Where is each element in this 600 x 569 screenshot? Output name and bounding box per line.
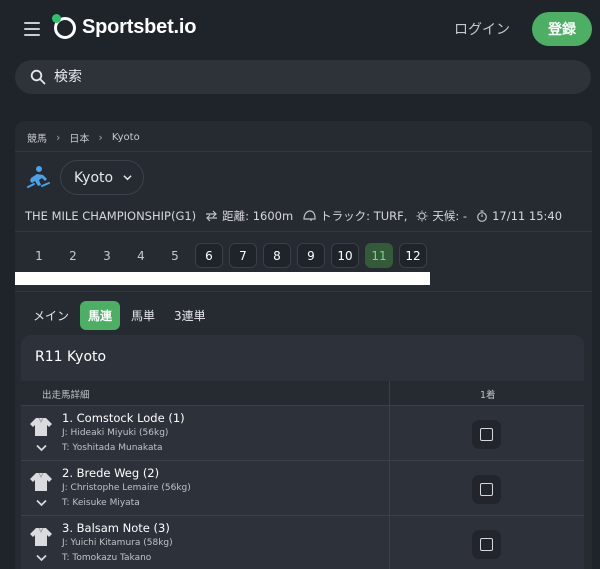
jockey-silk-icon xyxy=(30,527,52,546)
runner-name: 1. Comstock Lode (1) xyxy=(62,411,185,425)
race-time: 17/11 15:40 xyxy=(476,209,562,223)
divider xyxy=(15,231,592,232)
race-number-button[interactable]: 7 xyxy=(229,243,257,268)
runner-row: 2. Brede Weg (2) J: Christophe Lemaire (5… xyxy=(21,460,584,515)
venue-label: Kyoto xyxy=(74,169,114,186)
divider xyxy=(15,291,592,292)
table-header: 出走馬詳細 1着 xyxy=(21,381,584,405)
runner-jockey: J: Hideaki Miyuki (56kg) xyxy=(62,428,169,438)
search-bar xyxy=(15,60,591,94)
race-number-button[interactable]: 9 xyxy=(297,243,325,268)
race-number-button[interactable]: 2 xyxy=(59,243,87,268)
race-number-button[interactable]: 3 xyxy=(93,243,121,268)
race-track: トラック: TURF, xyxy=(302,208,407,224)
checkbox-square xyxy=(480,428,493,441)
checkbox-square xyxy=(480,483,493,496)
race-info: THE MILE CHAMPIONSHIP(G1) 距離: 1600m トラック… xyxy=(25,208,571,224)
logo-text: Sportsbet.io xyxy=(82,16,197,38)
race-weather: 天候: - xyxy=(416,208,467,224)
race-number-button[interactable]: 4 xyxy=(127,243,155,268)
runner-row: 1. Comstock Lode (1) J: Hideaki Miyuki (5… xyxy=(21,405,584,460)
runner-trainer: T: Yoshitada Munakata xyxy=(62,443,163,453)
race-track-text: トラック: TURF, xyxy=(320,209,408,223)
divider xyxy=(15,151,592,152)
runner-name: 2. Brede Weg (2) xyxy=(62,466,160,480)
race-time-text: 17/11 15:40 xyxy=(492,209,563,223)
first-place-checkbox[interactable] xyxy=(472,530,501,559)
stopwatch-icon xyxy=(477,210,487,222)
race-number-button[interactable]: 1 xyxy=(25,243,53,268)
race-number-button[interactable]: 10 xyxy=(331,243,359,268)
column-header-runner: 出走馬詳細 xyxy=(42,390,90,401)
helmet-icon xyxy=(303,210,316,221)
race-number-selector: 1 2 3 4 5 6 7 8 9 10 11 12 xyxy=(25,243,433,268)
race-number-button[interactable]: 5 xyxy=(161,243,189,268)
bet-tab[interactable]: 馬単 xyxy=(123,301,163,330)
bet-tab[interactable]: メイン xyxy=(25,301,77,330)
card-title: R11 Kyoto xyxy=(35,349,107,365)
race-panel: 競馬 › 日本 › Kyoto Kyoto THE MILE CHAMPIONS… xyxy=(15,121,592,569)
search-icon xyxy=(30,69,46,85)
runner-row: 3. Balsam Note (3) J: Yuichi Kitamura (58… xyxy=(21,515,584,569)
chevron-right-icon: › xyxy=(56,131,61,144)
breadcrumb: 競馬 › 日本 › Kyoto xyxy=(27,130,140,145)
runner-jockey: J: Yuichi Kitamura (58kg) xyxy=(62,538,173,548)
breadcrumb-item[interactable]: 日本 xyxy=(69,130,89,145)
login-link[interactable]: ログイン xyxy=(454,19,510,39)
runner-trainer: T: Keisuke Miyata xyxy=(62,498,140,508)
logo[interactable]: Sportsbet.io xyxy=(52,13,197,39)
white-bar xyxy=(15,272,430,285)
breadcrumb-item[interactable]: 競馬 xyxy=(27,130,47,145)
top-header: Sportsbet.io ログイン 登録 xyxy=(0,0,600,58)
breadcrumb-item[interactable]: Kyoto xyxy=(112,132,140,143)
chevron-down-icon[interactable] xyxy=(36,554,47,562)
column-header-first: 1着 xyxy=(480,390,496,401)
search-input[interactable] xyxy=(54,69,534,85)
race-distance: 距離: 1600m xyxy=(205,208,293,224)
bet-tab[interactable]: 3連単 xyxy=(166,301,214,330)
venue-select[interactable]: Kyoto xyxy=(60,160,144,195)
race-number-button[interactable]: 6 xyxy=(195,243,223,268)
chevron-down-icon xyxy=(123,175,132,181)
sun-icon xyxy=(416,210,428,222)
menu-icon[interactable] xyxy=(24,22,40,36)
race-weather-text: 天候: - xyxy=(432,209,468,223)
race-number-button[interactable]: 11 xyxy=(365,243,393,268)
runner-trainer: T: Tomokazu Takano xyxy=(62,553,152,563)
horse-racing-icon xyxy=(27,166,50,188)
race-number-button[interactable]: 8 xyxy=(263,243,291,268)
bet-tab[interactable]: 馬連 xyxy=(80,301,121,330)
first-place-checkbox[interactable] xyxy=(472,475,501,504)
chevron-down-icon[interactable] xyxy=(36,499,47,507)
runner-jockey: J: Christophe Lemaire (56kg) xyxy=(62,483,191,493)
jockey-silk-icon xyxy=(30,417,52,436)
register-button[interactable]: 登録 xyxy=(532,12,592,46)
logo-icon xyxy=(52,13,76,39)
runner-name: 3. Balsam Note (3) xyxy=(62,521,170,535)
chevron-right-icon: › xyxy=(98,131,103,144)
market-card: R11 Kyoto 出走馬詳細 1着 1. Comstock Lode (1) J… xyxy=(21,335,584,569)
race-distance-text: 距離: 1600m xyxy=(222,209,294,223)
race-number-button[interactable]: 12 xyxy=(399,243,427,268)
bet-type-tabs: メイン 馬連 馬単 3連単 xyxy=(25,301,217,330)
race-name: THE MILE CHAMPIONSHIP(G1) xyxy=(25,209,197,223)
checkbox-square xyxy=(480,538,493,551)
chevron-down-icon[interactable] xyxy=(36,444,47,452)
jockey-silk-icon xyxy=(30,472,52,491)
first-place-checkbox[interactable] xyxy=(472,420,501,449)
distance-icon xyxy=(206,210,218,222)
